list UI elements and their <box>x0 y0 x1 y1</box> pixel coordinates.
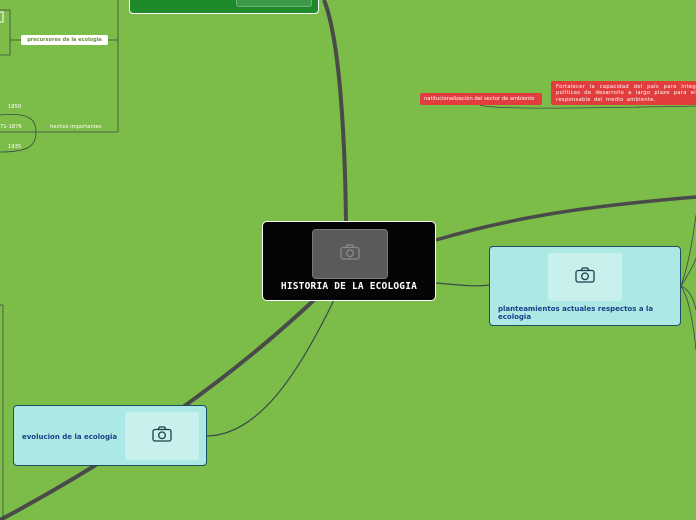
institucionalizacion-tag[interactable]: natitucionalización del sector de ambien… <box>420 93 542 105</box>
year-label: 1850 <box>8 104 22 110</box>
precursores-tag[interactable]: precursores de la ecologia <box>21 35 108 45</box>
year-label: 1935 <box>8 144 22 150</box>
camera-icon <box>152 426 172 446</box>
evolucion-node[interactable]: evolucion de la ecologia <box>13 405 207 466</box>
branch-to-evolucion <box>206 299 335 437</box>
top-node[interactable] <box>129 0 319 14</box>
central-title: HISTORIA DE LA ECOLOGIA <box>280 281 418 292</box>
branch-to-top <box>322 0 348 223</box>
hechos-importantes-label[interactable]: hechos importantes <box>50 124 102 131</box>
camera-icon <box>575 267 595 287</box>
camera-icon <box>340 244 360 264</box>
branch-to-planteamientos <box>435 282 490 287</box>
evolucion-label: evolucion de la ecologia <box>22 433 118 441</box>
central-photo-placeholder <box>312 229 388 279</box>
top-node-photo <box>236 0 312 7</box>
planteamientos-node[interactable]: planteamientos actuales respectos a la e… <box>489 246 681 326</box>
evolucion-photo-placeholder <box>125 412 199 460</box>
central-topic[interactable]: HISTORIA DE LA ECOLOGIA <box>262 221 436 301</box>
fortalecer-tag[interactable]: Fortalecer la capacidad del país para in… <box>551 81 696 105</box>
branch-to-right-top <box>435 195 696 242</box>
planteamientos-label: planteamientos actuales respectos a la e… <box>498 305 654 321</box>
year-label: 71-1876 <box>0 124 22 130</box>
planteamientos-photo-placeholder <box>548 253 622 301</box>
